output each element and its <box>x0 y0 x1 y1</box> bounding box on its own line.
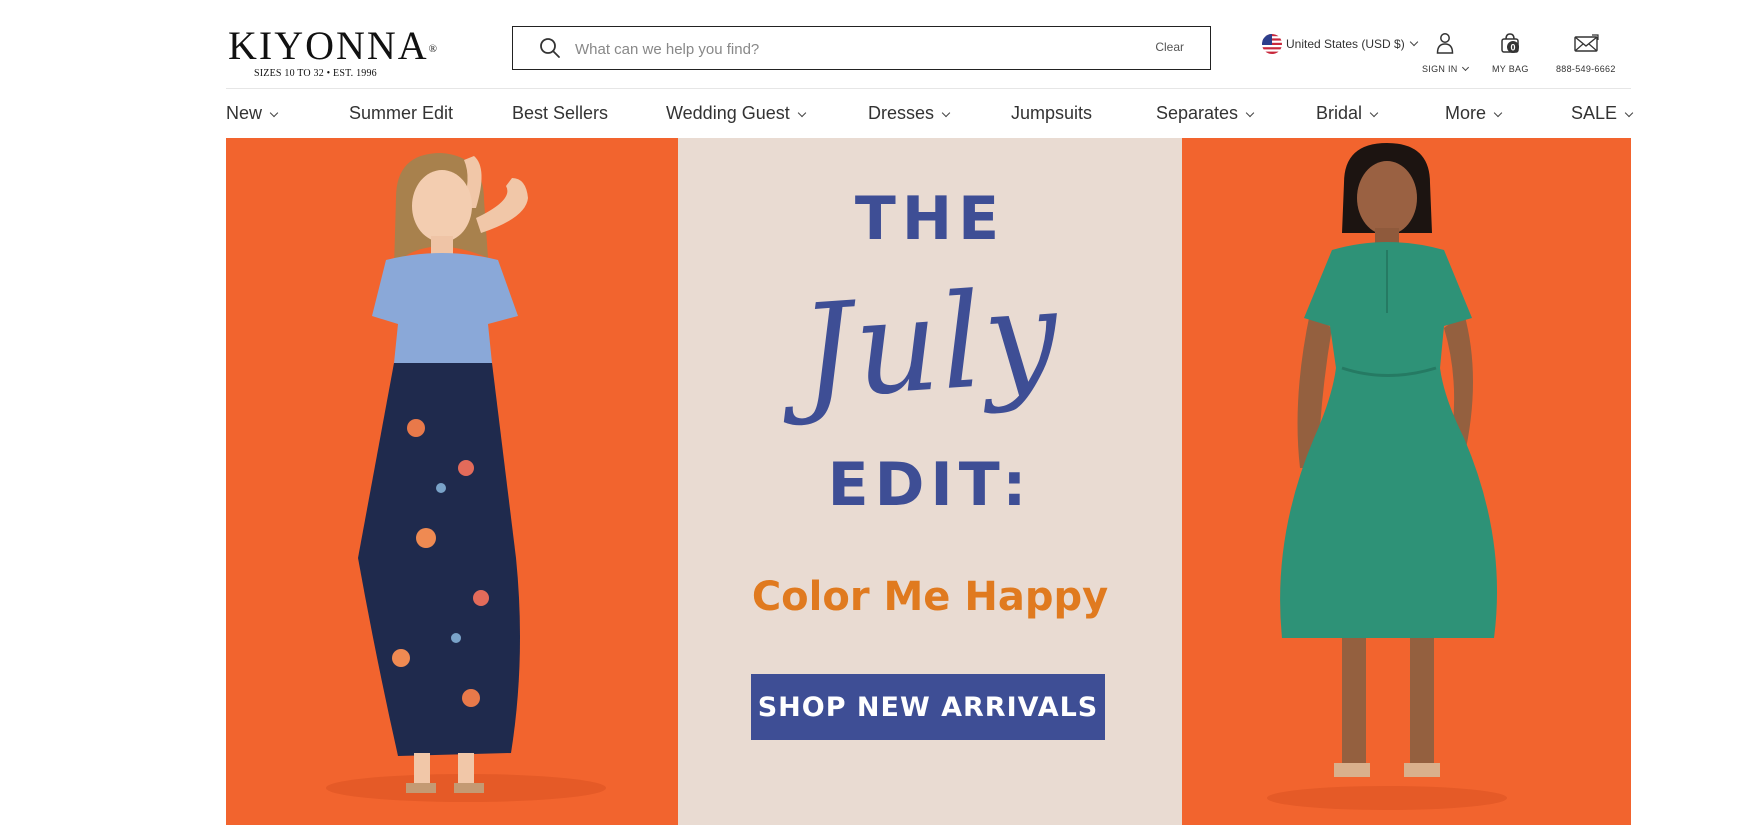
kiyonna-logo[interactable]: KIYONNA® SIZES 10 TO 32 • EST. 1996 <box>228 23 439 80</box>
hero-headline-the: THE <box>854 184 1006 254</box>
logo-wordmark: KIYONNA® <box>228 23 439 68</box>
header-divider <box>226 88 1631 89</box>
logo-tagline: SIZES 10 TO 32 • EST. 1996 <box>254 68 377 79</box>
search-input[interactable] <box>573 33 1117 65</box>
chevron-down-icon <box>1624 108 1634 118</box>
chevron-down-icon <box>1245 108 1255 118</box>
country-label: United States (USD $) <box>1286 37 1405 51</box>
country-currency-selector[interactable]: United States (USD $) <box>1262 34 1418 54</box>
search-icon <box>539 37 561 59</box>
sign-in-label: SIGN IN <box>1422 63 1469 74</box>
hero-model-left-image <box>226 138 678 825</box>
chevron-down-icon <box>941 108 951 118</box>
nav-item-new[interactable]: New <box>226 100 279 126</box>
bag-count-badge: 0 <box>1511 43 1516 53</box>
nav-item-summer-edit[interactable]: Summer Edit <box>349 100 453 126</box>
chevron-down-icon <box>1493 108 1503 118</box>
chevron-down-icon <box>1461 63 1469 72</box>
main-nav: New Summer Edit Best Sellers Wedding Gue… <box>226 100 1634 126</box>
nav-item-wedding-guest[interactable]: Wedding Guest <box>666 100 806 126</box>
hero-banner[interactable]: THE July EDIT: Color Me Happy SHOP NEW A… <box>226 138 1631 825</box>
chevron-down-icon <box>1409 37 1418 47</box>
us-flag-icon <box>1262 34 1282 54</box>
envelope-phone-icon <box>1572 28 1600 54</box>
contact-phone-button[interactable]: 888-549-6662 <box>1556 28 1616 74</box>
shopping-bag-icon: 0 <box>1498 28 1522 54</box>
search-bar[interactable]: Clear <box>512 26 1211 70</box>
nav-item-best-sellers[interactable]: Best Sellers <box>512 100 608 126</box>
chevron-down-icon <box>269 108 279 118</box>
hero-model-right-image <box>1182 138 1631 825</box>
user-icon <box>1435 28 1455 54</box>
hero-subtitle: Color Me Happy <box>751 574 1109 620</box>
shop-new-arrivals-button[interactable]: SHOP NEW ARRIVALS <box>751 674 1105 740</box>
hero-headline-edit: EDIT: <box>827 450 1033 520</box>
logo-registered-mark: ® <box>428 43 439 55</box>
nav-item-dresses[interactable]: Dresses <box>868 100 951 126</box>
nav-item-more[interactable]: More <box>1445 100 1503 126</box>
nav-item-bridal[interactable]: Bridal <box>1316 100 1379 126</box>
hero-headline-month: July <box>795 259 1065 429</box>
page: KIYONNA® SIZES 10 TO 32 • EST. 1996 Clea… <box>0 0 1745 833</box>
my-bag-button[interactable]: 0 MY BAG <box>1492 28 1529 74</box>
nav-item-sale[interactable]: SALE <box>1571 100 1634 126</box>
search-clear-button[interactable]: Clear <box>1155 40 1184 54</box>
chevron-down-icon <box>797 108 806 118</box>
nav-item-separates[interactable]: Separates <box>1156 100 1255 126</box>
hero-text-panel: THE July EDIT: Color Me Happy SHOP NEW A… <box>678 138 1182 825</box>
phone-number-label: 888-549-6662 <box>1556 64 1616 74</box>
my-bag-label: MY BAG <box>1492 64 1529 74</box>
sign-in-button[interactable]: SIGN IN <box>1422 28 1469 74</box>
nav-item-jumpsuits[interactable]: Jumpsuits <box>1011 100 1092 126</box>
chevron-down-icon <box>1369 108 1379 118</box>
